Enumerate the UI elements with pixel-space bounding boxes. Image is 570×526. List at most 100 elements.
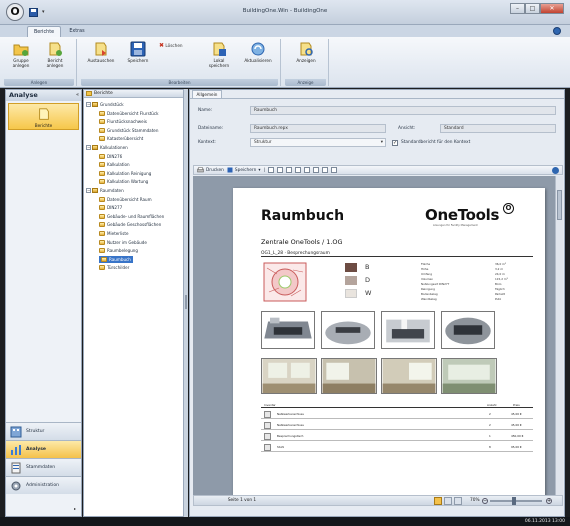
find-icon[interactable] — [303, 167, 310, 173]
save-report-button[interactable]: Speichern ▾ — [227, 167, 260, 173]
tree-expander[interactable]: − — [86, 102, 91, 107]
kontext-select[interactable]: Struktur ▾ — [250, 138, 386, 147]
save-icon[interactable] — [29, 7, 38, 17]
nav-stammdaten[interactable]: Stammdaten — [6, 458, 81, 476]
standard-checkbox[interactable]: ✓ — [392, 140, 398, 146]
splitter-grip[interactable] — [185, 295, 187, 309]
tree-item-label: DIN276 — [107, 153, 123, 159]
tree-report-item[interactable]: Datenübersicht Raum — [99, 196, 152, 203]
logo-tagline: Lösungen für Facility Management — [433, 224, 478, 227]
viewer-toolbar: Drucken Speichern ▾ | — [193, 165, 563, 175]
tree-report-item[interactable]: DIN276 — [99, 153, 122, 160]
report-preview[interactable]: Raumbuch OneTools O Lösungen für Facilit… — [193, 176, 563, 498]
tree-report-item[interactable]: Raumbelegung — [99, 247, 138, 254]
bericht-anlegen-button[interactable]: Bericht anlegen — [40, 41, 70, 76]
report-view-icon — [300, 42, 313, 56]
speichern-button[interactable]: Speichern — [123, 41, 153, 76]
tree-folder[interactable]: Grundstück — [92, 101, 124, 108]
ribbon: Gruppe anlegen Bericht anlegen Anlegen A… — [0, 37, 570, 88]
room-photo-3 — [381, 358, 437, 394]
tree-expander[interactable]: − — [86, 145, 91, 150]
page-nav-icon[interactable] — [454, 497, 462, 505]
fit-page-icon[interactable] — [330, 167, 337, 173]
tree-report-item[interactable]: Kalkulation — [99, 161, 130, 168]
tab-allgemein[interactable]: Allgemein — [192, 90, 222, 98]
report-icon — [99, 222, 105, 228]
viewer-help-icon[interactable] — [552, 167, 559, 174]
tree-report-item[interactable]: Nutzer im Gebäude — [99, 239, 147, 246]
minimize-button[interactable]: – — [510, 3, 525, 14]
nav-overflow-icon[interactable]: ▸ — [74, 506, 76, 511]
tab-extras[interactable]: Extras — [63, 26, 91, 37]
qat-dropdown-icon[interactable]: ▾ — [42, 9, 45, 15]
nav-item-berichte[interactable]: Berichte — [8, 103, 79, 130]
standard-checkbox-label: Standardbericht für den Kontext — [401, 140, 471, 145]
tree-report-item[interactable]: Grundstück Stammdaten — [99, 127, 158, 134]
collapse-panel-icon[interactable]: « — [76, 90, 79, 101]
floppy-disk-icon — [130, 41, 146, 57]
export-icon[interactable] — [267, 167, 274, 173]
folder-add-icon — [13, 44, 29, 56]
tree-report-item[interactable]: Mieterliste — [99, 230, 129, 237]
zoom-in-icon[interactable] — [312, 167, 319, 173]
print-button[interactable]: Drucken — [197, 167, 224, 173]
tree-report-item[interactable]: Gebäude- und Raumflächen — [99, 213, 164, 220]
title-bar: O ▾ BuildingOne.Win - BuildingOne – □ ✕ — [0, 0, 570, 25]
zoom-slider-thumb[interactable] — [512, 497, 516, 505]
tree-report-item[interactable]: Türschilder — [99, 264, 129, 271]
tree-folder[interactable]: Kalkulationen — [92, 144, 128, 151]
copy-icon[interactable] — [285, 167, 292, 173]
report-tree-header: Berichte — [84, 90, 183, 98]
preview-scrollbar-thumb[interactable] — [557, 190, 562, 220]
multi-page-view-icon[interactable] — [444, 497, 452, 505]
tree-report-item[interactable]: Flurstücksnachweis — [99, 118, 147, 125]
email-icon[interactable] — [276, 167, 283, 173]
nav-struktur[interactable]: Struktur — [6, 422, 81, 440]
property-value: Büro — [495, 282, 502, 286]
group-label-anzeige: Anzeige — [285, 79, 326, 86]
tree-report-item[interactable]: Gebäude Geschossflächen — [99, 221, 161, 228]
single-page-view-icon[interactable] — [434, 497, 442, 505]
nav-analyse[interactable]: Analyse — [6, 440, 81, 458]
ribbon-group-bearbeiten: Austauschen Speichern ✖ Löschen Lokal sp… — [79, 39, 281, 86]
lokal-speichern-button[interactable]: Lokal speichern — [203, 41, 235, 76]
save-dropdown-icon[interactable]: ▾ — [258, 168, 260, 173]
anzeigen-button[interactable]: Anzeigen — [289, 41, 323, 76]
window-controls: – □ ✕ — [510, 3, 564, 14]
tree-report-item[interactable]: Datenübersicht Flurstück — [99, 110, 159, 117]
page-setup-icon[interactable] — [294, 167, 301, 173]
tree-folder[interactable]: Raumdaten — [92, 187, 124, 194]
aktualisieren-button[interactable]: Aktualisieren — [239, 41, 277, 76]
loeschen-button[interactable]: ✖ Löschen — [159, 42, 199, 50]
tree-item-label: Grundstück — [100, 102, 124, 107]
chevron-down-icon[interactable]: ▾ — [381, 139, 383, 147]
ribbon-tab-strip: Berichte Extras — [0, 25, 570, 37]
folder-icon — [92, 145, 98, 150]
tree-expander[interactable]: − — [86, 188, 91, 193]
tree-report-item[interactable]: Kalkulation Reinigung — [99, 170, 151, 177]
ansicht-field[interactable]: Standard — [440, 124, 556, 133]
tree-report-item[interactable]: DIN277 — [99, 204, 122, 211]
app-logo[interactable]: O — [6, 3, 24, 21]
dateiname-field[interactable]: Raumbuch.repx — [250, 124, 386, 133]
gruppe-anlegen-button[interactable]: Gruppe anlegen — [6, 41, 36, 76]
zoom-out-button[interactable]: − — [482, 498, 488, 504]
close-button[interactable]: ✕ — [540, 3, 564, 14]
maximize-button[interactable]: □ — [525, 3, 540, 14]
austauschen-button[interactable]: Austauschen — [83, 41, 119, 76]
room-render-3 — [381, 311, 435, 349]
group-label-bearbeiten: Bearbeiten — [81, 79, 278, 86]
tree-report-item[interactable]: Kalkulation Wartung — [99, 178, 148, 185]
tree-report-item[interactable]: Raumbuch — [99, 255, 133, 263]
room-render-1 — [261, 311, 315, 349]
zoom-slider[interactable] — [490, 500, 542, 502]
nav-administration[interactable]: Administration — [6, 476, 81, 494]
ribbon-help-icon[interactable] — [553, 27, 561, 35]
tree-report-item[interactable]: Katasterübersicht — [99, 135, 143, 142]
tree-item-label: Kalkulation Wartung — [107, 179, 149, 185]
preview-scrollbar[interactable] — [555, 176, 563, 498]
zoom-out-icon[interactable] — [321, 167, 328, 173]
name-field[interactable]: Raumbuch — [250, 106, 556, 115]
tab-berichte[interactable]: Berichte — [27, 26, 61, 37]
zoom-in-button[interactable]: + — [546, 498, 552, 504]
